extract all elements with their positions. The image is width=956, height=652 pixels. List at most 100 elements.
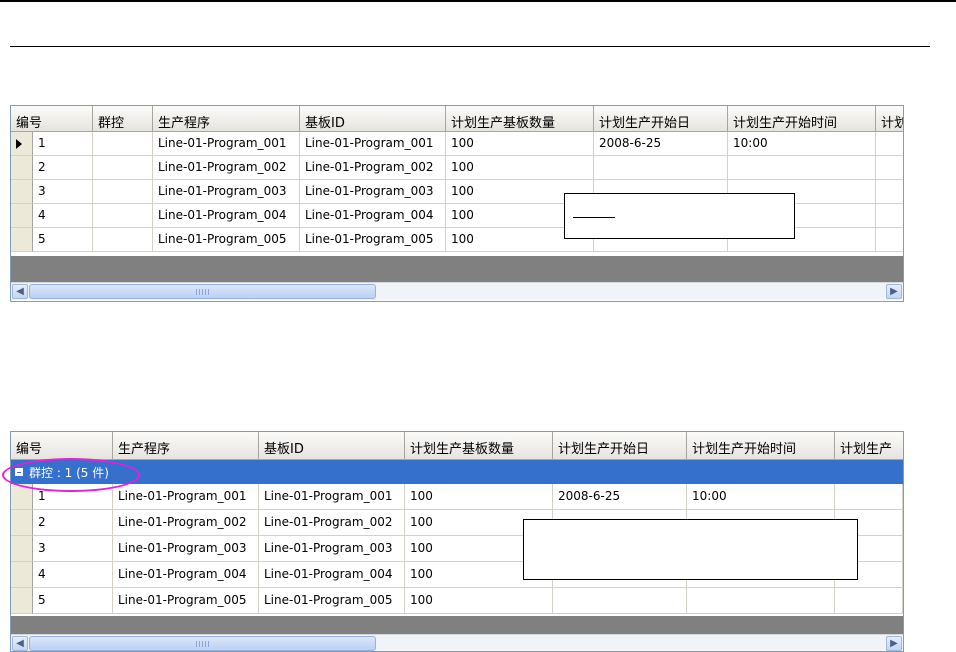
cell-program[interactable]: Line-01-Program_005 [153, 228, 300, 252]
grid2-horizontal-scrollbar[interactable]: ◀ ▶ [11, 634, 903, 651]
grid2-header-qty[interactable]: 计划生产基板数量 [405, 432, 553, 460]
grid1-header-qty[interactable]: 计划生产基板数量 [446, 106, 594, 132]
scroll-left-icon[interactable]: ◀ [12, 636, 28, 651]
grid2-header-board-id[interactable]: 基板ID [259, 432, 405, 460]
cell-group[interactable] [93, 228, 153, 252]
table-row[interactable]: 1 Line-01-Program_001 Line-01-Program_001 1… [11, 132, 903, 156]
group-header-row[interactable]: 群控 : 1 (5 件) [11, 460, 903, 484]
grid2-header-no[interactable]: 编号 [11, 432, 113, 460]
highlight-ellipse [2, 458, 140, 492]
cell-start-date[interactable] [553, 588, 687, 614]
cell-qty[interactable]: 100 [446, 132, 594, 156]
cell-more[interactable] [835, 484, 903, 510]
cell-start-time[interactable] [728, 156, 876, 180]
cell-start-time[interactable] [687, 588, 835, 614]
grid1-header-board-id[interactable]: 基板ID [300, 106, 446, 132]
scroll-right-icon[interactable]: ▶ [886, 284, 902, 299]
cell-start-date[interactable]: 2008-6-25 [594, 132, 728, 156]
row-header[interactable] [11, 562, 33, 588]
cell-no[interactable]: 3 [33, 536, 113, 562]
cell-start-date[interactable] [594, 156, 728, 180]
cell-program[interactable]: Line-01-Program_001 [153, 132, 300, 156]
grid1-header-program[interactable]: 生产程序 [153, 106, 300, 132]
cell-no[interactable]: 4 [33, 562, 113, 588]
cell-no[interactable]: 1 [33, 132, 93, 156]
cell-start-time[interactable]: 10:00 [728, 132, 876, 156]
row-header[interactable] [11, 156, 33, 180]
cell-program[interactable]: Line-01-Program_003 [153, 180, 300, 204]
cell-more[interactable] [876, 132, 903, 156]
cell-group[interactable] [93, 204, 153, 228]
annotation-box-1 [564, 193, 795, 239]
cell-no[interactable]: 2 [33, 510, 113, 536]
cell-no[interactable]: 3 [33, 180, 93, 204]
cell-program[interactable]: Line-01-Program_001 [113, 484, 259, 510]
grid2-header-more[interactable]: 计划生产 [835, 432, 903, 460]
cell-board-id[interactable]: Line-01-Program_001 [259, 484, 405, 510]
grid2-header-program[interactable]: 生产程序 [113, 432, 259, 460]
grid2-header-row: 编号 生产程序 基板ID 计划生产基板数量 计划生产开始日 计划生产开始时间 计… [11, 432, 903, 460]
grid2-header-start-date[interactable]: 计划生产开始日 [553, 432, 687, 460]
grid2-header-start-time[interactable]: 计划生产开始时间 [687, 432, 835, 460]
cell-more[interactable] [876, 204, 903, 228]
grid1-header-more[interactable]: 计划 [876, 106, 903, 132]
grid1-empty-area [11, 256, 903, 282]
top-rule [0, 0, 956, 2]
grid1-horizontal-scrollbar[interactable]: ◀ ▶ [11, 282, 903, 300]
table-row[interactable]: 1 Line-01-Program_001 Line-01-Program_001 1… [11, 484, 903, 510]
cell-more[interactable] [876, 180, 903, 204]
grid1-header-no[interactable]: 编号 [11, 106, 93, 132]
grid2-empty-area [11, 616, 903, 634]
cell-board-id[interactable]: Line-01-Program_003 [300, 180, 446, 204]
row-pointer-icon [16, 139, 22, 149]
grid1-header-start-date[interactable]: 计划生产开始日 [594, 106, 728, 132]
cell-no[interactable]: 2 [33, 156, 93, 180]
cell-board-id[interactable]: Line-01-Program_004 [300, 204, 446, 228]
cell-board-id[interactable]: Line-01-Program_004 [259, 562, 405, 588]
row-header[interactable] [11, 228, 33, 252]
grid1-header-group[interactable]: 群控 [93, 106, 153, 132]
cell-no[interactable]: 4 [33, 204, 93, 228]
cell-program[interactable]: Line-01-Program_005 [113, 588, 259, 614]
annotation-box-2 [523, 519, 858, 580]
table-row[interactable]: 2 Line-01-Program_002 Line-01-Program_002 1… [11, 156, 903, 180]
cell-group[interactable] [93, 180, 153, 204]
row-header[interactable] [11, 510, 33, 536]
grid1-header-start-time[interactable]: 计划生产开始时间 [728, 106, 876, 132]
cell-board-id[interactable]: Line-01-Program_005 [259, 588, 405, 614]
grid1-header-row: 编号 群控 生产程序 基板ID 计划生产基板数量 计划生产开始日 计划生产开始时… [11, 106, 903, 132]
cell-no[interactable]: 5 [33, 588, 113, 614]
cell-qty[interactable]: 100 [405, 588, 553, 614]
scroll-left-icon[interactable]: ◀ [12, 284, 28, 299]
cell-program[interactable]: Line-01-Program_004 [153, 204, 300, 228]
cell-group[interactable] [93, 156, 153, 180]
cell-board-id[interactable]: Line-01-Program_002 [259, 510, 405, 536]
cell-program[interactable]: Line-01-Program_003 [113, 536, 259, 562]
cell-start-date[interactable]: 2008-6-25 [553, 484, 687, 510]
row-header[interactable] [11, 132, 33, 156]
cell-qty[interactable]: 100 [405, 484, 553, 510]
row-header[interactable] [11, 180, 33, 204]
row-header[interactable] [11, 588, 33, 614]
cell-board-id[interactable]: Line-01-Program_005 [300, 228, 446, 252]
cell-program[interactable]: Line-01-Program_002 [153, 156, 300, 180]
cell-qty[interactable]: 100 [446, 156, 594, 180]
cell-more[interactable] [876, 156, 903, 180]
cell-more[interactable] [835, 588, 903, 614]
row-header[interactable] [11, 204, 33, 228]
cell-start-time[interactable]: 10:00 [687, 484, 835, 510]
cell-board-id[interactable]: Line-01-Program_002 [300, 156, 446, 180]
cell-more[interactable] [876, 228, 903, 252]
cell-board-id[interactable]: Line-01-Program_001 [300, 132, 446, 156]
cell-board-id[interactable]: Line-01-Program_003 [259, 536, 405, 562]
table-row[interactable]: 5 Line-01-Program_005 Line-01-Program_005 1… [11, 588, 903, 614]
row-header[interactable] [11, 536, 33, 562]
cell-no[interactable]: 5 [33, 228, 93, 252]
section-rule [10, 46, 930, 47]
cell-group[interactable] [93, 132, 153, 156]
cell-program[interactable]: Line-01-Program_004 [113, 562, 259, 588]
scroll-right-icon[interactable]: ▶ [886, 636, 902, 651]
grid1-scroll-thumb[interactable] [29, 284, 376, 299]
grid2-scroll-thumb[interactable] [29, 636, 376, 651]
cell-program[interactable]: Line-01-Program_002 [113, 510, 259, 536]
